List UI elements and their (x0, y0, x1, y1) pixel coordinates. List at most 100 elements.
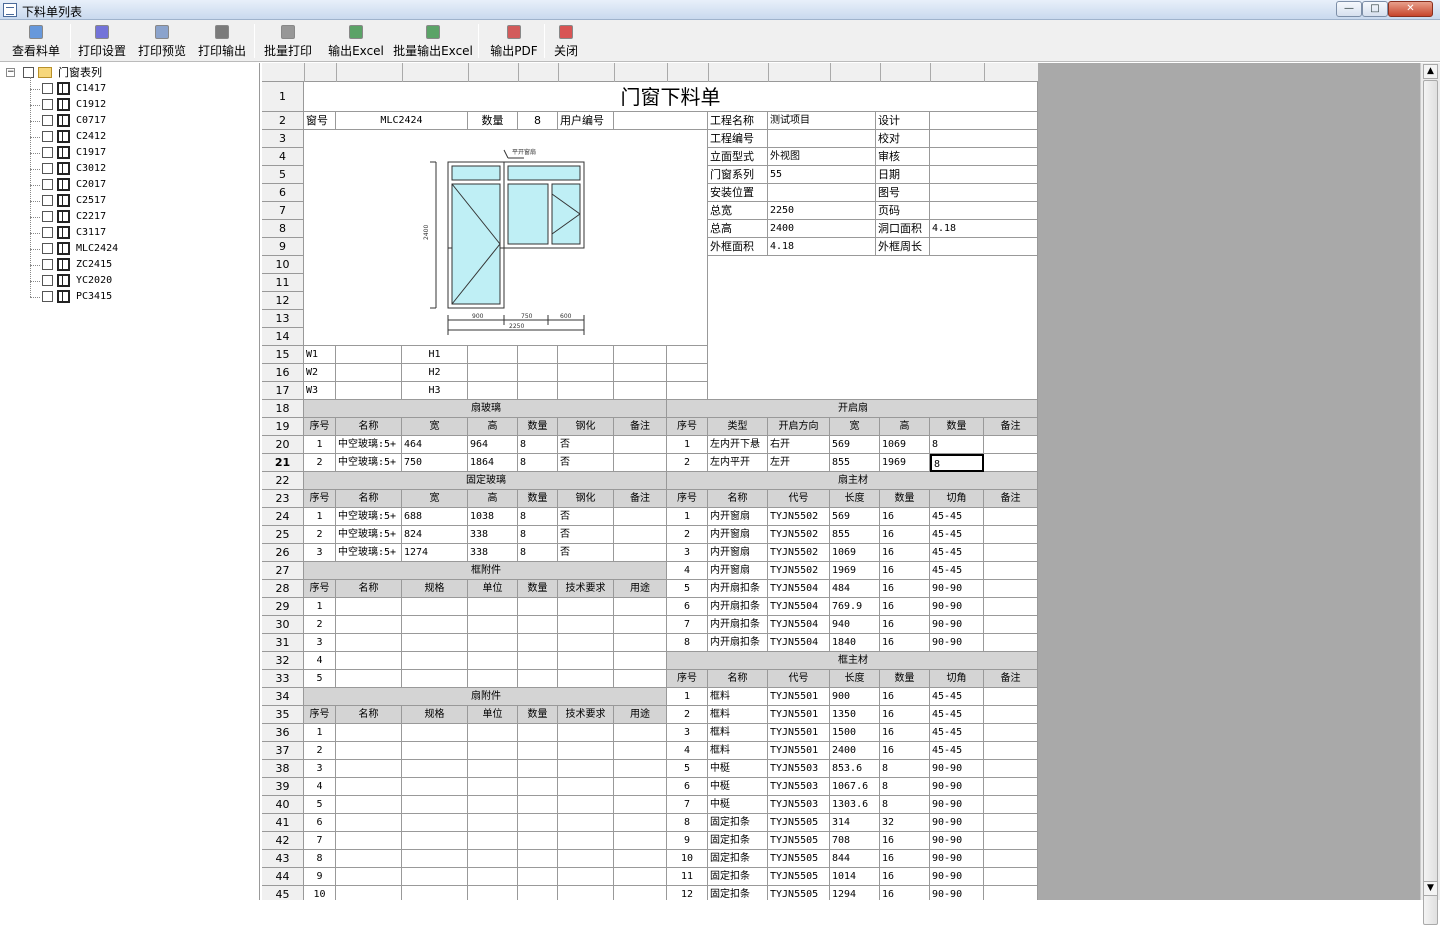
frame_acc-cell[interactable] (518, 634, 558, 652)
print-setup-button[interactable]: 打印设置 (74, 23, 130, 59)
sash_acc-cell[interactable] (402, 886, 468, 900)
sash_acc-cell[interactable] (558, 868, 614, 886)
column-header[interactable] (304, 63, 305, 82)
frame_acc-cell[interactable] (558, 598, 614, 616)
info-label[interactable]: 设计 (876, 112, 930, 130)
column-header-cell[interactable]: 长度 (830, 670, 880, 688)
info-label[interactable]: 安装位置 (708, 184, 768, 202)
sash_profile-cell[interactable]: 90-90 (930, 616, 984, 634)
info-value[interactable]: 测试项目 (768, 112, 876, 130)
frame_profile-cell[interactable]: 2 (667, 706, 708, 724)
vertical-scrollbar[interactable]: ▲ ▼ (1420, 63, 1440, 925)
info-value[interactable]: 55 (768, 166, 876, 184)
sash_profile-cell[interactable]: 16 (880, 562, 930, 580)
frame_profile-cell[interactable]: 12 (667, 886, 708, 900)
tree-item[interactable]: C2017 (0, 177, 130, 193)
frame_acc-cell[interactable] (614, 598, 667, 616)
frame_profile-cell[interactable]: 固定扣条 (708, 832, 768, 850)
sash_acc-cell[interactable] (336, 760, 402, 778)
sash_acc-cell[interactable] (558, 886, 614, 900)
sash_profile-cell[interactable]: 16 (880, 634, 930, 652)
row-header[interactable]: 19 (262, 418, 304, 436)
sash_profile-cell[interactable]: 1840 (830, 634, 880, 652)
row-header[interactable]: 34 (262, 688, 304, 706)
row-header[interactable]: 13 (262, 310, 304, 328)
row-header[interactable]: 5 (262, 166, 304, 184)
column-header-cell[interactable]: 用途 (614, 706, 667, 724)
sash_glass-cell[interactable]: 2 (304, 454, 336, 472)
row-header[interactable]: 35 (262, 706, 304, 724)
column-header-cell[interactable]: 名称 (336, 490, 402, 508)
cell[interactable] (614, 364, 667, 382)
frame_profile-cell[interactable]: 16 (880, 742, 930, 760)
frame_profile-cell[interactable]: 7 (667, 796, 708, 814)
h-label[interactable]: H3 (402, 382, 468, 400)
row-header[interactable]: 44 (262, 868, 304, 886)
frame_profile-cell[interactable]: 90-90 (930, 886, 984, 900)
column-header-cell[interactable]: 宽 (830, 418, 880, 436)
row-header[interactable]: 8 (262, 220, 304, 238)
open_sash-cell[interactable] (984, 436, 1038, 454)
fixed_glass-section-title[interactable]: 固定玻璃 (304, 472, 667, 490)
sash_profile-cell[interactable]: 8 (667, 634, 708, 652)
fixed_glass-cell[interactable]: 中空玻璃:5+ (336, 508, 402, 526)
sash_acc-cell[interactable]: 3 (304, 760, 336, 778)
tree-checkbox[interactable] (42, 99, 53, 110)
row-header[interactable]: 22 (262, 472, 304, 490)
frame_profile-cell[interactable]: 90-90 (930, 850, 984, 868)
fixed_glass-cell[interactable]: 2 (304, 526, 336, 544)
sash_glass-cell[interactable]: 750 (402, 454, 468, 472)
frame_acc-cell[interactable] (336, 634, 402, 652)
sash_acc-cell[interactable] (468, 832, 518, 850)
row-header[interactable]: 33 (262, 670, 304, 688)
frame_profile-cell[interactable]: 框料 (708, 724, 768, 742)
sash_profile-cell[interactable] (984, 580, 1038, 598)
sash_profile-cell[interactable]: 内开扇扣条 (708, 598, 768, 616)
column-header-cell[interactable]: 序号 (667, 418, 708, 436)
info-value[interactable]: 4.18 (768, 238, 876, 256)
column-header-cell[interactable]: 钢化 (558, 418, 614, 436)
frame_acc-cell[interactable] (468, 652, 518, 670)
open_sash-cell[interactable]: 2 (667, 454, 708, 472)
frame_profile-cell[interactable]: 中梃 (708, 796, 768, 814)
maximize-button[interactable]: □ (1362, 1, 1388, 17)
tree-item[interactable]: C0717 (0, 113, 130, 129)
column-header-cell[interactable]: 数量 (518, 580, 558, 598)
sash_acc-cell[interactable] (468, 814, 518, 832)
row-header[interactable]: 16 (262, 364, 304, 382)
frame_acc-cell[interactable] (518, 616, 558, 634)
frame_acc-cell[interactable]: 3 (304, 634, 336, 652)
frame_profile-cell[interactable] (984, 796, 1038, 814)
sash_profile-cell[interactable]: 16 (880, 526, 930, 544)
info-label[interactable]: 日期 (876, 166, 930, 184)
column-header-cell[interactable]: 序号 (304, 418, 336, 436)
w-value[interactable] (336, 382, 402, 400)
info-label[interactable]: 工程名称 (708, 112, 768, 130)
frame_profile-cell[interactable]: 853.6 (830, 760, 880, 778)
open_sash-cell[interactable]: 左开 (768, 454, 830, 472)
frame_profile-cell[interactable]: TYJN5503 (768, 760, 830, 778)
cell[interactable] (518, 382, 558, 400)
open_sash-cell[interactable]: 1 (667, 436, 708, 454)
sash_acc-cell[interactable] (614, 814, 667, 832)
row-header[interactable]: 18 (262, 400, 304, 418)
fixed_glass-cell[interactable] (614, 508, 667, 526)
column-header-cell[interactable]: 切角 (930, 490, 984, 508)
tree-root[interactable]: − 门窗表列 (0, 65, 120, 81)
pdf-button[interactable]: 输出PDF (486, 23, 542, 59)
frame_acc-cell[interactable] (558, 616, 614, 634)
sash_acc-cell[interactable]: 7 (304, 832, 336, 850)
info-value[interactable]: 2250 (768, 202, 876, 220)
row-header[interactable]: 21 (262, 454, 304, 472)
sash_profile-cell[interactable]: TYJN5504 (768, 598, 830, 616)
sash_acc-cell[interactable] (614, 868, 667, 886)
frame_profile-cell[interactable] (984, 724, 1038, 742)
frame_acc-cell[interactable] (468, 634, 518, 652)
column-header-cell[interactable]: 技术要求 (558, 580, 614, 598)
frame_profile-cell[interactable]: 中梃 (708, 760, 768, 778)
fixed_glass-cell[interactable]: 否 (558, 508, 614, 526)
sash_profile-cell[interactable]: 1969 (830, 562, 880, 580)
frame_profile-cell[interactable]: 10 (667, 850, 708, 868)
frame_acc-cell[interactable]: 2 (304, 616, 336, 634)
info-value[interactable] (768, 184, 876, 202)
